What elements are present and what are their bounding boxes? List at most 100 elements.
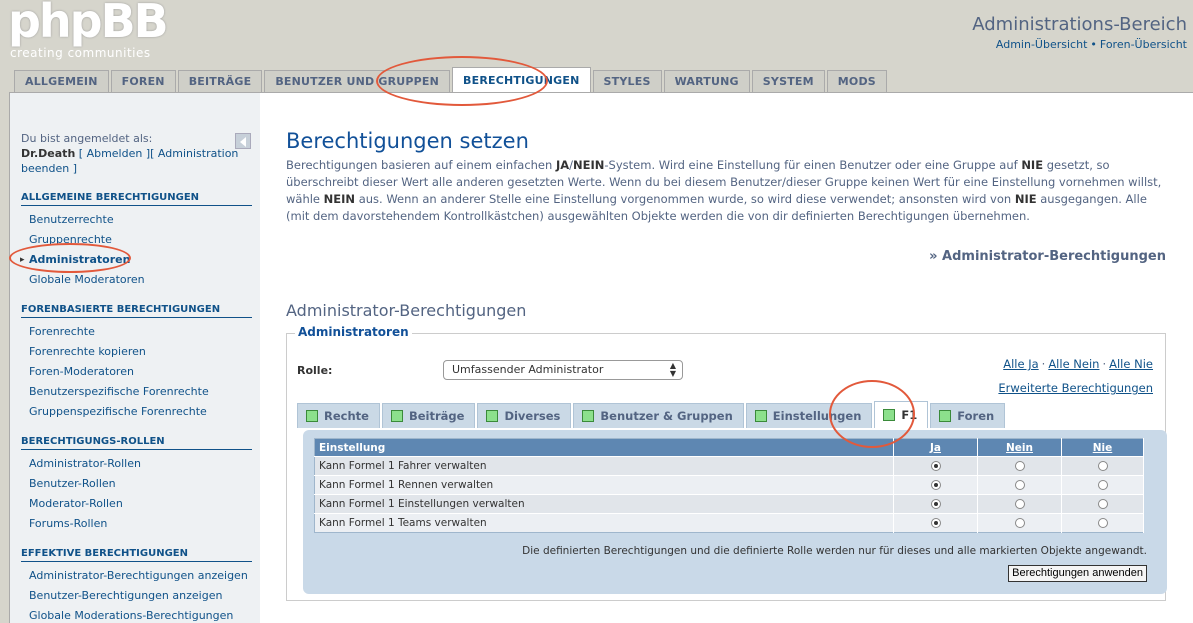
menu-item-administrators[interactable]: Administratoren: [20, 250, 252, 270]
row-label: Kann Formel 1 Rennen verwalten: [314, 475, 894, 495]
col-no-link[interactable]: Nein: [1006, 442, 1033, 454]
col-never-link[interactable]: Nie: [1093, 442, 1113, 454]
logo-text: phpBB: [8, 0, 169, 48]
ptab-settings[interactable]: Einstellungen: [745, 403, 873, 428]
radio-yes[interactable]: [930, 499, 941, 509]
advanced-permissions-link[interactable]: Erweiterte Berechtigungen: [998, 381, 1153, 395]
cell-yes: [893, 475, 978, 495]
login-info: Du bist angemeldet als: Dr.Death [ Abmel…: [21, 131, 252, 176]
intro-bold: NEIN: [573, 158, 605, 172]
radio-never[interactable]: [1097, 499, 1108, 509]
ptab-users-groups[interactable]: Benutzer & Gruppen: [573, 403, 744, 428]
username: Dr.Death: [21, 147, 76, 160]
ptab-posts[interactable]: Beiträge: [381, 403, 476, 428]
menu-item-forum-roles[interactable]: Forums-Rollen: [21, 514, 252, 534]
site-title: Administrations-Bereich: [972, 14, 1187, 35]
menu-item-forum-moderators[interactable]: Foren-Moderatoren: [21, 362, 252, 382]
cell-never: [1061, 513, 1144, 533]
radio-yes[interactable]: [930, 480, 941, 490]
menu-section-roles: Berechtigungs-Rollen: [21, 436, 252, 450]
radio-no[interactable]: [1014, 461, 1025, 471]
tab-forums[interactable]: Foren: [110, 70, 176, 92]
cell-no: [977, 513, 1062, 533]
menu-item-user-permissions[interactable]: Benutzerrechte: [21, 210, 252, 230]
radio-no[interactable]: [1014, 480, 1025, 490]
all-never-link[interactable]: Alle Nie: [1109, 357, 1153, 371]
cell-yes: [893, 456, 978, 476]
table-row: Kann Formel 1 Rennen verwalten: [314, 475, 1144, 495]
select-arrows-icon: ▲ ▼: [669, 361, 676, 378]
cell-yes: [893, 494, 978, 514]
radio-never[interactable]: [1097, 461, 1108, 471]
col-yes: Ja: [893, 438, 978, 457]
status-square-icon: [754, 410, 767, 422]
menu-item-group-forum-permissions[interactable]: Gruppenspezifische Forenrechte: [21, 402, 252, 422]
title-block: Administrations-Bereich Admin-Übersicht •…: [972, 14, 1187, 51]
main-content: Berechtigungen setzen Berechtigungen bas…: [286, 129, 1167, 601]
role-select-value: Umfassender Administrator: [452, 363, 604, 376]
admin-overview-link[interactable]: Admin-Übersicht: [996, 38, 1087, 51]
intro-bold: NEIN: [323, 192, 356, 206]
tab-permissions[interactable]: Berechtigungen: [452, 67, 591, 92]
ptab-label: Einstellungen: [772, 409, 862, 423]
menu-item-group-permissions[interactable]: Gruppenrechte: [21, 230, 252, 250]
menu-section-general: Allgemeine Berechtigungen: [21, 192, 252, 206]
intro-bold: NIE: [1021, 158, 1044, 172]
permissions-panel: Einstellung Ja Nein Nie Kann Formel 1 Fa…: [303, 430, 1167, 594]
radio-never[interactable]: [1097, 518, 1108, 528]
radio-yes[interactable]: [930, 518, 941, 528]
ptab-forums[interactable]: Foren: [930, 403, 1006, 428]
intro-text: Berechtigungen basieren auf einem einfac…: [286, 157, 1166, 225]
tab-styles[interactable]: Styles: [592, 70, 662, 92]
cell-never: [1061, 494, 1144, 514]
main-tabs: Allgemein Foren Beiträge Benutzer und Gr…: [14, 67, 889, 92]
tab-maintenance[interactable]: Wartung: [663, 70, 750, 92]
login-prefix: Du bist angemeldet als:: [21, 132, 153, 145]
intro-bold: NIE: [1014, 192, 1037, 206]
all-yes-link[interactable]: Alle Ja: [1003, 357, 1038, 371]
ptab-label: Beiträge: [408, 409, 465, 423]
menu-item-view-admin-permissions[interactable]: Administrator-Berechtigungen anzeigen: [21, 566, 252, 586]
col-no: Nein: [977, 438, 1062, 457]
tab-posts[interactable]: Beiträge: [177, 70, 263, 92]
ptab-label: Foren: [957, 409, 995, 423]
col-yes-link[interactable]: Ja: [930, 442, 941, 454]
link-dot: ·: [1102, 357, 1107, 371]
menu-item-forum-permissions[interactable]: Forenrechte: [21, 322, 252, 342]
menu-item-copy-forum-permissions[interactable]: Forenrechte kopieren: [21, 342, 252, 362]
radio-no[interactable]: [1014, 499, 1025, 509]
admin-permissions-link[interactable]: » Administrator-Berechtigungen: [929, 249, 1166, 264]
ptab-misc[interactable]: Diverses: [477, 403, 572, 428]
menu-item-global-moderators[interactable]: Globale Moderatoren: [21, 270, 252, 290]
tab-general[interactable]: Allgemein: [14, 70, 109, 92]
phpbb-logo[interactable]: phpBB ® creating communities: [8, 0, 169, 62]
status-square-icon: [939, 410, 952, 422]
quick-set-links: Alle Ja · Alle Nein · Alle Nie Erweiterte Be…: [998, 352, 1153, 400]
tab-mods[interactable]: Mods: [826, 70, 887, 92]
collapse-menu-icon[interactable]: [235, 133, 251, 149]
intro-part: -System. Wird eine Einstellung für einen…: [604, 158, 1022, 172]
tab-system[interactable]: System: [751, 70, 825, 92]
menu-item-admin-roles[interactable]: Administrator-Rollen: [21, 454, 252, 474]
ptab-f1[interactable]: F1: [874, 401, 929, 428]
menu-item-view-user-permissions[interactable]: Benutzer-Berechtigungen anzeigen: [21, 586, 252, 606]
apply-permissions-button[interactable]: Berechtigungen anwenden: [1008, 565, 1147, 582]
table-row: Kann Formel 1 Teams verwalten: [314, 513, 1144, 533]
row-label: Kann Formel 1 Fahrer verwalten: [314, 456, 894, 476]
role-select[interactable]: Umfassender Administrator ▲ ▼: [443, 360, 683, 380]
logo-tagline: creating communities: [10, 46, 151, 60]
menu-item-moderator-roles[interactable]: Moderator-Rollen: [21, 494, 252, 514]
menu-item-user-forum-permissions[interactable]: Benutzerspezifische Forenrechte: [21, 382, 252, 402]
tab-users-groups[interactable]: Benutzer und Gruppen: [264, 70, 451, 92]
ptab-label: Diverses: [504, 409, 561, 423]
row-label: Kann Formel 1 Teams verwalten: [314, 513, 894, 533]
all-no-link[interactable]: Alle Nein: [1048, 357, 1099, 371]
menu-item-view-global-mod-permissions[interactable]: Globale Moderations-Berechtigungen: [21, 606, 252, 623]
status-square-icon: [582, 410, 595, 422]
radio-yes[interactable]: [930, 461, 941, 471]
radio-never[interactable]: [1097, 480, 1108, 490]
ptab-rights[interactable]: Rechte: [297, 403, 380, 428]
forum-overview-link[interactable]: Foren-Übersicht: [1100, 38, 1187, 51]
radio-no[interactable]: [1014, 518, 1025, 528]
menu-item-user-roles[interactable]: Benutzer-Rollen: [21, 474, 252, 494]
